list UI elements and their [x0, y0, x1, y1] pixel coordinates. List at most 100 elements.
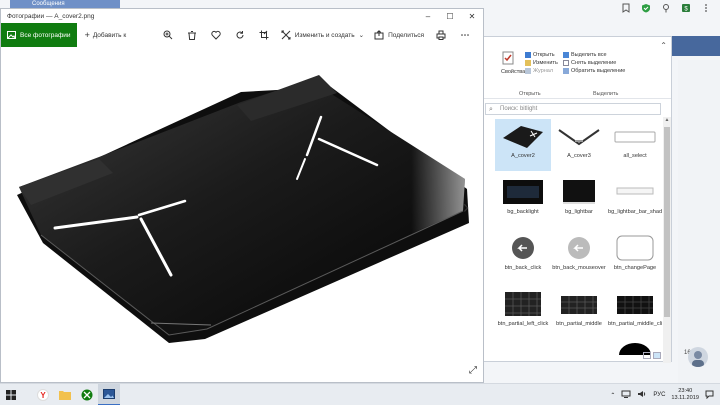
file-item[interactable]: btn_back_mouseover — [551, 231, 607, 283]
search-input[interactable]: ⌕ Поиск: bitlight — [485, 103, 661, 115]
browser-side-panel — [678, 60, 720, 383]
clock[interactable]: 23:40 13.11.2019 — [671, 388, 699, 402]
photos-window: Фотографии — A_cover2.png – ☐ ✕ Все фото… — [0, 8, 484, 383]
network-icon[interactable] — [621, 390, 631, 400]
details-view-icon[interactable] — [643, 352, 651, 359]
chevron-down-icon: ⌄ — [358, 32, 365, 39]
file-item[interactable]: bg_lightbar_bar_shadow — [607, 175, 663, 227]
deselect-button[interactable]: Снять выделение — [563, 59, 625, 67]
file-item[interactable]: A_cover2 — [495, 119, 551, 171]
photo-icon — [7, 31, 16, 39]
favorite-icon[interactable] — [204, 23, 228, 47]
file-thumbnail — [556, 233, 602, 263]
taskbar-xbox[interactable] — [76, 384, 98, 405]
file-thumbnail — [500, 233, 546, 263]
browser-toolbar-icons: $ — [620, 2, 712, 14]
file-item[interactable]: bg_backlight — [495, 175, 551, 227]
chevron-up-icon[interactable]: ⌃ — [610, 392, 615, 399]
invert-selection-button[interactable]: Обратить выделение — [563, 67, 625, 75]
file-item[interactable]: btn_back_click — [495, 231, 551, 283]
explorer-scrollbar[interactable]: ▲ — [663, 117, 671, 363]
delete-icon[interactable] — [180, 23, 204, 47]
shield-check-icon[interactable] — [640, 2, 652, 14]
file-item[interactable]: all_select — [607, 119, 663, 171]
avatar[interactable] — [688, 347, 708, 367]
select-all-button[interactable]: Выделить все — [563, 51, 625, 59]
select-group-caption: Выделить — [593, 91, 619, 97]
bookmark-icon[interactable] — [620, 2, 632, 14]
fullscreen-icon[interactable]: ⤢ — [469, 365, 477, 376]
photo-tools: Изменить и создать ⌄ Поделиться — [156, 23, 477, 47]
add-to-button[interactable]: + Добавить к — [85, 30, 127, 40]
share-icon — [374, 30, 384, 40]
file-item[interactable]: bg_lightbar — [551, 175, 607, 227]
file-thumbnail — [556, 177, 602, 207]
file-grid: A_cover2 A_cover3 all_select bg_backligh… — [495, 119, 663, 363]
navigation-pane — [483, 117, 493, 357]
yandex-browser-icon: Y — [37, 388, 49, 401]
pin-icon[interactable] — [660, 2, 672, 14]
scrollbar-thumb[interactable] — [664, 127, 670, 317]
volume-icon[interactable] — [637, 390, 647, 400]
file-thumbnail — [556, 289, 602, 319]
rotate-icon[interactable] — [228, 23, 252, 47]
notifications-icon[interactable] — [705, 390, 714, 401]
taskbar-file-explorer[interactable] — [54, 384, 76, 405]
file-explorer-window: ⌃ Свойства Открыть Изменить Журнал Выдел… — [482, 36, 672, 363]
taskbar: Y ⌃ РУС 23:40 13.11.2019 — [0, 383, 720, 405]
photos-app-icon — [103, 388, 115, 399]
file-thumbnail — [556, 121, 602, 151]
file-item[interactable] — [551, 343, 607, 363]
laptop-image — [17, 75, 469, 343]
file-item[interactable] — [495, 343, 551, 363]
properties-icon[interactable] — [501, 51, 515, 65]
select-all-icon — [563, 52, 569, 58]
print-icon[interactable] — [429, 23, 453, 47]
photo-viewer[interactable]: › ⤢ — [1, 47, 483, 382]
menu-icon[interactable] — [700, 2, 712, 14]
language-indicator[interactable]: РУС — [653, 392, 665, 398]
extension-icon[interactable]: $ — [680, 2, 692, 14]
file-thumbnail — [500, 177, 546, 207]
file-item[interactable]: A_cover3 — [551, 119, 607, 171]
ribbon-collapse-icon[interactable]: ⌃ — [660, 41, 667, 50]
file-item[interactable]: btn_partial_middle_click — [607, 287, 663, 339]
large-icons-view-icon[interactable] — [653, 352, 661, 359]
file-item[interactable]: btn_changePage — [607, 231, 663, 283]
taskbar-photos[interactable] — [98, 383, 120, 405]
folder-icon — [59, 390, 71, 400]
open-button[interactable]: Открыть — [525, 51, 558, 59]
edit-create-button[interactable]: Изменить и создать ⌄ — [276, 23, 369, 47]
file-thumbnail — [500, 121, 546, 151]
ribbon-open-group: Открыть Изменить Журнал — [525, 51, 558, 75]
edit-icon — [525, 60, 531, 66]
properties-label[interactable]: Свойства — [501, 69, 525, 75]
open-icon — [525, 52, 531, 58]
file-thumbnail — [612, 233, 658, 263]
journal-button[interactable]: Журнал — [525, 67, 558, 75]
all-photos-button[interactable]: Все фотографии — [1, 23, 77, 47]
crop-icon[interactable] — [252, 23, 276, 47]
more-icon[interactable] — [453, 23, 477, 47]
ribbon-select-group: Выделить все Снять выделение Обратить вы… — [563, 51, 625, 75]
file-item[interactable]: btn_partial_left_click — [495, 287, 551, 339]
close-icon[interactable]: ✕ — [461, 9, 483, 23]
invert-selection-icon — [563, 68, 569, 74]
file-item[interactable]: btn_partial_middle — [551, 287, 607, 339]
edit-create-icon — [281, 30, 291, 40]
xbox-icon — [81, 389, 93, 400]
start-button[interactable] — [0, 384, 22, 405]
share-button[interactable]: Поделиться — [369, 23, 429, 47]
maximize-icon[interactable]: ☐ — [439, 9, 461, 23]
explorer-ribbon: ⌃ Свойства Открыть Изменить Журнал Выдел… — [483, 37, 671, 99]
journal-icon — [525, 68, 531, 74]
window-controls: – ☐ ✕ — [417, 9, 483, 23]
taskbar-yandex-browser[interactable]: Y — [32, 384, 54, 405]
minimize-icon[interactable]: – — [417, 9, 439, 23]
zoom-icon[interactable] — [156, 23, 180, 47]
edit-button[interactable]: Изменить — [525, 59, 558, 67]
scroll-up-icon[interactable]: ▲ — [663, 117, 671, 125]
search-icon: ⌕ — [489, 106, 493, 113]
next-photo-icon[interactable]: › — [463, 197, 469, 218]
browser-tab[interactable]: Сообщения — [10, 0, 120, 8]
